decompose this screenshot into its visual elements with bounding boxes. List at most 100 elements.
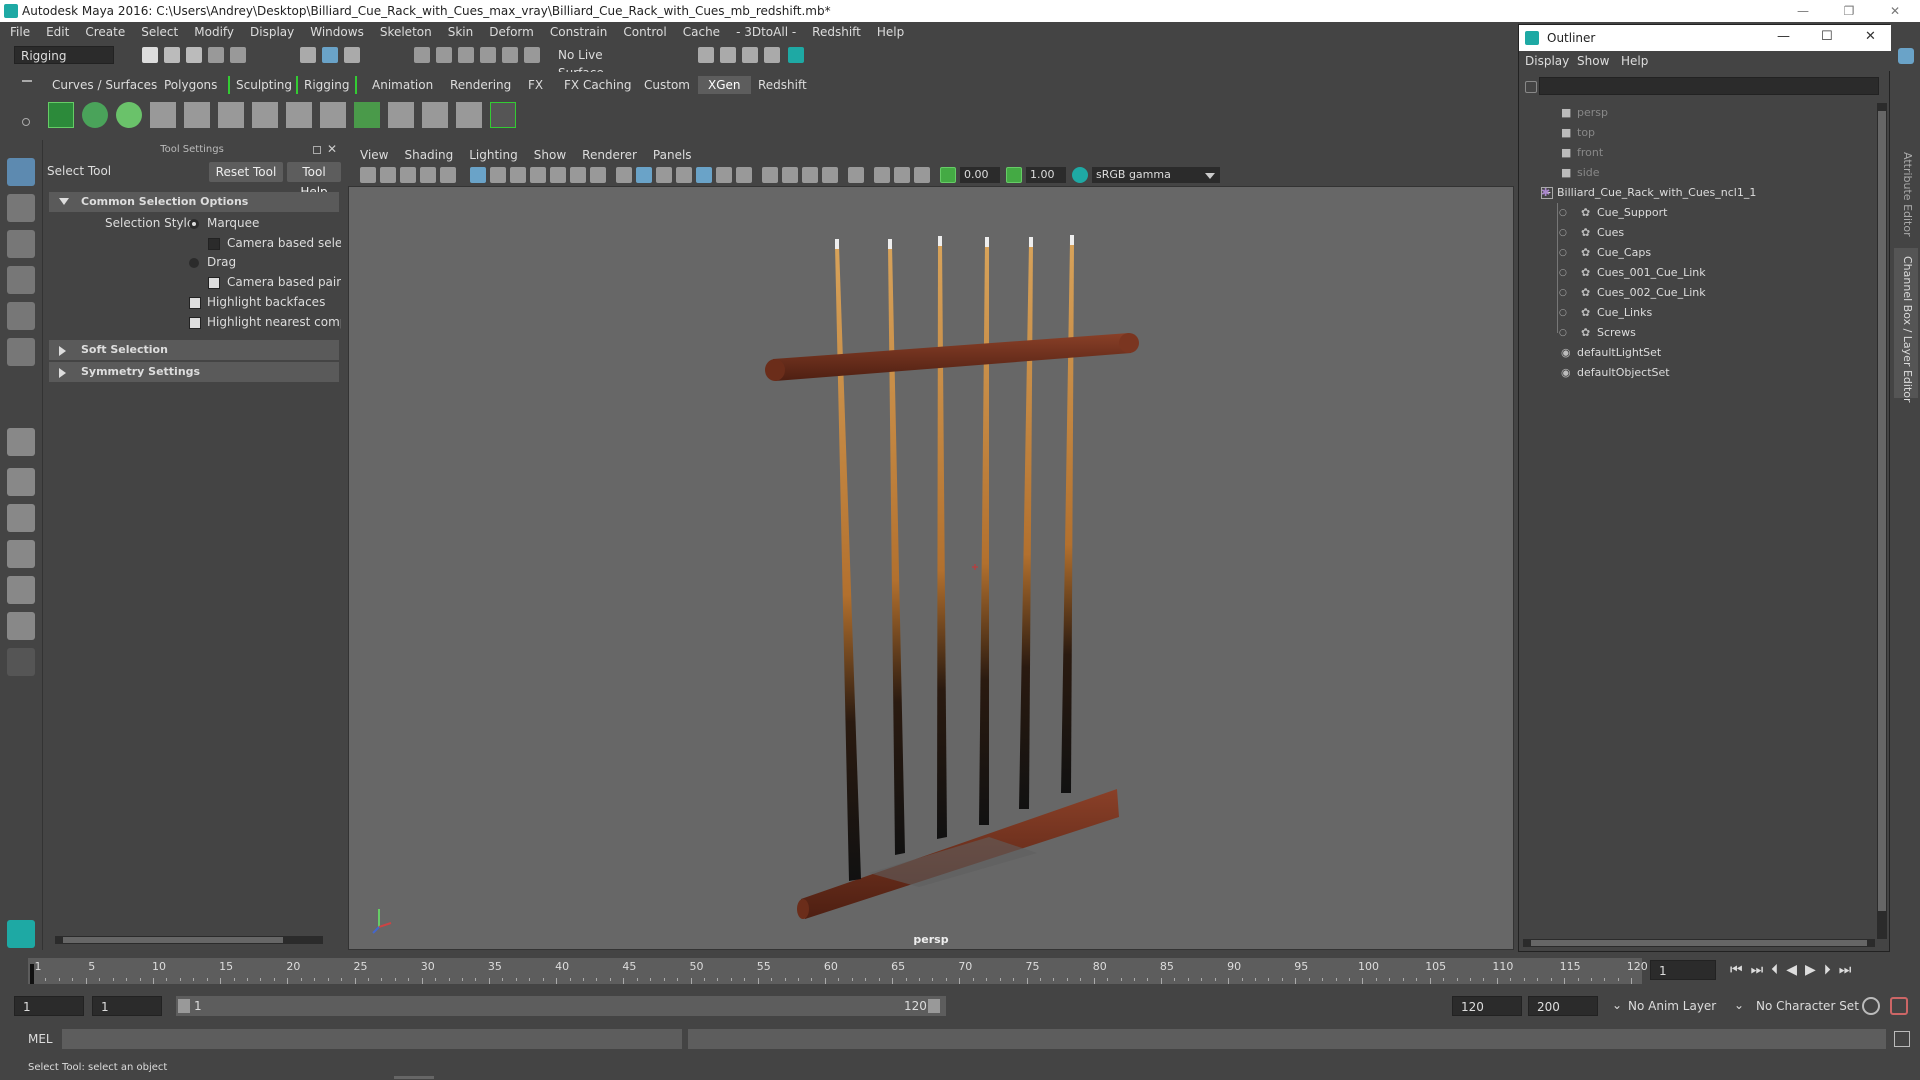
current-frame-field[interactable]: 1 bbox=[1650, 960, 1716, 980]
outliner-item[interactable]: ○ ✿ Cues bbox=[1519, 223, 1879, 243]
common-selection-section[interactable]: Common Selection Options bbox=[49, 192, 339, 212]
anim-layer-dropdown[interactable]: No Anim Layer bbox=[1628, 999, 1716, 1013]
paint-select-icon[interactable] bbox=[7, 230, 35, 258]
isolate-select-icon[interactable] bbox=[848, 167, 864, 183]
layer-editor-icon[interactable] bbox=[1898, 48, 1914, 64]
menu-modify[interactable]: Modify bbox=[194, 25, 234, 39]
grid-icon[interactable] bbox=[470, 167, 486, 183]
wireframe-icon[interactable] bbox=[616, 167, 632, 183]
drag-radio[interactable] bbox=[189, 258, 199, 268]
snap-magnet-icon[interactable] bbox=[524, 47, 540, 63]
outliner-item[interactable]: ○ ✿ Screws bbox=[1519, 323, 1879, 343]
default-lighting-icon[interactable] bbox=[656, 167, 672, 183]
viewport-canvas[interactable]: persp bbox=[348, 186, 1514, 950]
xgen-sculpt-guide-icon[interactable] bbox=[252, 102, 278, 128]
chevron-down-icon[interactable]: ⌄ bbox=[1612, 998, 1622, 1012]
two-pane-icon[interactable] bbox=[7, 504, 35, 532]
command-input[interactable] bbox=[62, 1029, 682, 1049]
outliner-item[interactable]: ○ ✿ Cues_001_Cue_Link bbox=[1519, 263, 1879, 283]
outliner-menu-show[interactable]: Show bbox=[1577, 54, 1609, 68]
step-back-key-icon[interactable]: ⏴ bbox=[1771, 962, 1786, 978]
go-to-start-icon[interactable]: ⏮ bbox=[1730, 962, 1751, 978]
shelf-options-icon[interactable] bbox=[22, 118, 30, 126]
select-object-icon[interactable] bbox=[322, 47, 338, 63]
menu-select[interactable]: Select bbox=[141, 25, 178, 39]
four-pane-icon[interactable] bbox=[7, 468, 35, 496]
menu-edit[interactable]: Edit bbox=[46, 25, 69, 39]
snap-point-icon[interactable] bbox=[458, 47, 474, 63]
xgen-lock-guide-icon[interactable] bbox=[286, 102, 312, 128]
antialiasing-icon[interactable] bbox=[802, 167, 818, 183]
menu-file[interactable]: File bbox=[10, 25, 30, 39]
menu-constrain[interactable]: Constrain bbox=[550, 25, 608, 39]
go-to-end-icon[interactable]: ⏭ bbox=[1839, 962, 1860, 978]
end-time-field[interactable]: 200 bbox=[1528, 996, 1598, 1016]
menu-create[interactable]: Create bbox=[85, 25, 125, 39]
auto-key-icon[interactable] bbox=[1862, 997, 1880, 1015]
filter-toggle-icon[interactable] bbox=[1525, 81, 1537, 93]
outliner-item[interactable]: − ✱ Billiard_Cue_Rack_with_Cues_ncl1_1 bbox=[1519, 183, 1879, 203]
outliner-search-field[interactable] bbox=[1539, 77, 1879, 95]
outliner-item[interactable]: ■ persp bbox=[1519, 103, 1879, 123]
scrollbar-thumb[interactable] bbox=[63, 937, 283, 943]
chevron-down-icon[interactable]: ⌄ bbox=[1734, 998, 1744, 1012]
tab-rigging[interactable]: Rigging bbox=[296, 76, 358, 94]
close-button[interactable]: ✕ bbox=[1865, 29, 1876, 44]
tab-rendering[interactable]: Rendering bbox=[444, 76, 517, 94]
shadows-icon[interactable] bbox=[736, 167, 752, 183]
xgen-editor-icon[interactable] bbox=[48, 102, 74, 128]
rotate-tool-icon[interactable] bbox=[7, 302, 35, 330]
range-slider[interactable]: 1 120 bbox=[176, 996, 946, 1016]
xgen-clumping-icon[interactable] bbox=[422, 102, 448, 128]
snap-view-icon[interactable] bbox=[480, 47, 496, 63]
xgen-add-guide-icon[interactable] bbox=[218, 102, 244, 128]
xgen-bake-guide-icon[interactable] bbox=[388, 102, 414, 128]
exposure-field[interactable]: 0.00 bbox=[960, 167, 1000, 183]
xgen-place-guides-icon[interactable] bbox=[150, 102, 176, 128]
image-plane-icon[interactable] bbox=[420, 167, 436, 183]
tab-polygons[interactable]: Polygons bbox=[158, 76, 223, 94]
scrollbar-thumb[interactable] bbox=[1878, 111, 1886, 911]
outliner-item[interactable]: ○ ✿ Cues_002_Cue_Link bbox=[1519, 283, 1879, 303]
outliner-item[interactable]: ■ front bbox=[1519, 143, 1879, 163]
hypershade-icon[interactable] bbox=[788, 47, 804, 63]
xgen-layer-icon[interactable] bbox=[354, 102, 380, 128]
menu-windows[interactable]: Windows bbox=[310, 25, 364, 39]
save-scene-icon[interactable] bbox=[186, 47, 202, 63]
xray-icon[interactable] bbox=[874, 167, 890, 183]
minimize-button[interactable]: — bbox=[1777, 29, 1790, 44]
camera-attributes-icon[interactable] bbox=[380, 167, 396, 183]
reset-tool-button[interactable]: Reset Tool bbox=[209, 162, 283, 182]
outliner-item[interactable]: ◉ defaultObjectSet bbox=[1519, 363, 1879, 383]
select-tool-icon[interactable] bbox=[7, 158, 35, 186]
symmetry-settings-section[interactable]: Symmetry Settings bbox=[49, 362, 339, 382]
play-forward-icon[interactable]: ▶ bbox=[1805, 962, 1824, 978]
use-lights-icon[interactable] bbox=[716, 167, 732, 183]
move-tool-icon[interactable] bbox=[7, 266, 35, 294]
outliner-item[interactable]: ○ ✿ Cue_Links bbox=[1519, 303, 1879, 323]
marquee-radio[interactable] bbox=[189, 219, 199, 229]
outliner-menu-display[interactable]: Display bbox=[1525, 54, 1569, 68]
maximize-button[interactable]: ☐ bbox=[1821, 29, 1833, 44]
motion-blur-icon[interactable] bbox=[782, 167, 798, 183]
grease-pencil-icon[interactable] bbox=[440, 167, 456, 183]
open-scene-icon[interactable] bbox=[164, 47, 180, 63]
step-back-icon[interactable]: ⏭ bbox=[1751, 962, 1772, 978]
persp-graph-icon[interactable] bbox=[7, 576, 35, 604]
menu-skin[interactable]: Skin bbox=[448, 25, 474, 39]
xray-joints-icon[interactable] bbox=[894, 167, 910, 183]
resize-grip[interactable] bbox=[394, 1076, 434, 1079]
menu-3dtoall[interactable]: - 3DtoAll - bbox=[736, 25, 796, 39]
playback-start-field[interactable]: 1 bbox=[92, 996, 162, 1016]
script-language-label[interactable]: MEL bbox=[28, 1032, 53, 1046]
tab-fx-caching[interactable]: FX Caching bbox=[558, 76, 637, 94]
undo-icon[interactable] bbox=[208, 47, 224, 63]
render-current-icon[interactable] bbox=[720, 47, 736, 63]
field-chart-icon[interactable] bbox=[550, 167, 566, 183]
close-panel-icon[interactable]: ✕ bbox=[327, 142, 337, 156]
scale-tool-icon[interactable] bbox=[7, 338, 35, 366]
menu-display[interactable]: Display bbox=[250, 25, 294, 39]
time-slider[interactable]: 1 5 10 15 20 25 30 35 40 45 50 55 60 65 70 75 80 85 90 95 10… bbox=[28, 958, 1648, 984]
outliner-layout-icon[interactable] bbox=[7, 612, 35, 640]
menu-redshift[interactable]: Redshift bbox=[812, 25, 861, 39]
